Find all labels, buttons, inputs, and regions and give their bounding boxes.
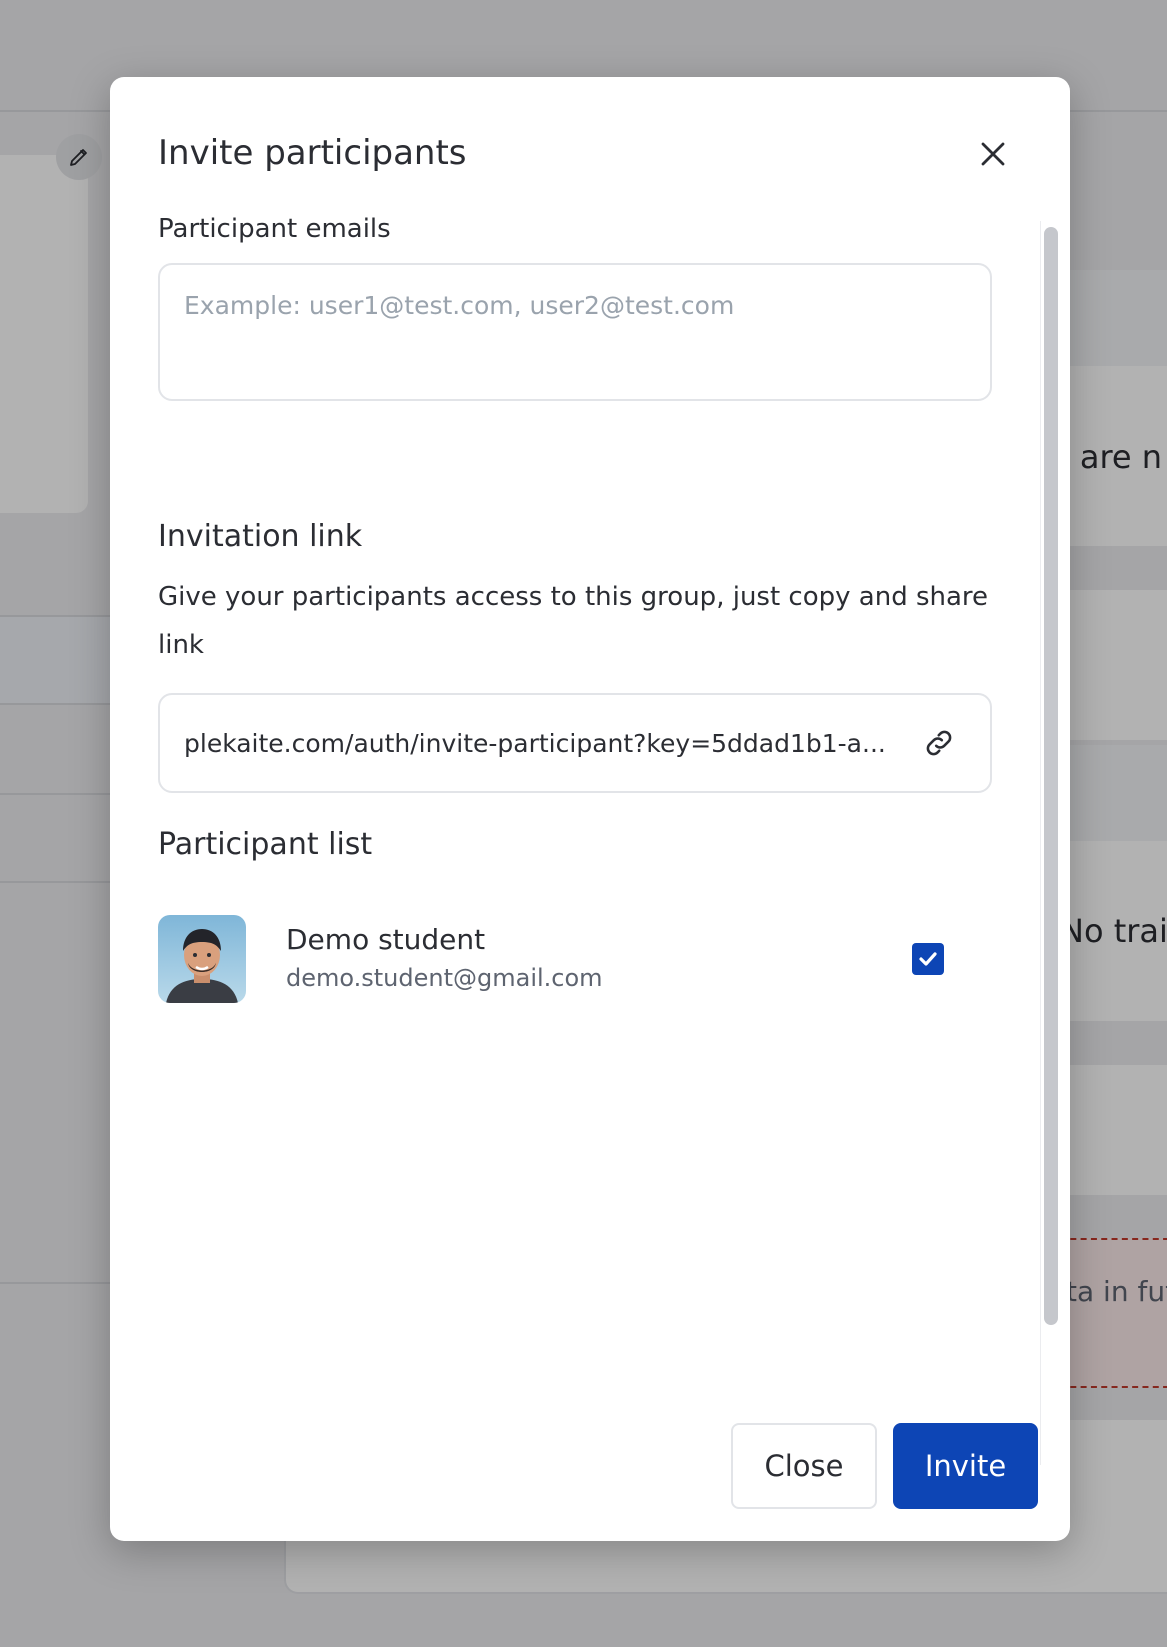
participant-email: demo.student@gmail.com	[286, 964, 603, 992]
scrollbar-thumb[interactable]	[1044, 227, 1058, 1325]
invitation-link-title: Invitation link	[158, 519, 363, 554]
participant-name: Demo student	[286, 923, 486, 956]
participant-checkbox[interactable]	[912, 943, 944, 975]
emails-input[interactable]	[158, 263, 992, 401]
app-background: e are n No train ta in fut Invite partic…	[0, 0, 1167, 1647]
participant-list-title: Participant list	[158, 827, 373, 862]
invite-button[interactable]: Invite	[893, 1423, 1038, 1509]
avatar	[158, 915, 246, 1003]
check-icon	[919, 952, 937, 966]
invitation-link-description: Give your participants access to this gr…	[158, 582, 989, 660]
close-button[interactable]: Close	[731, 1423, 877, 1509]
modal-title: Invite participants	[158, 133, 467, 173]
invite-participants-modal: Invite participants Participant emails I…	[110, 77, 1070, 1541]
scrollbar[interactable]	[1040, 221, 1058, 1465]
link-icon[interactable]	[904, 708, 974, 778]
participant-row: Demo student demo.student@gmail.com	[158, 915, 992, 1003]
close-icon[interactable]	[972, 133, 1014, 175]
invitation-link-url[interactable]: plekaite.com/auth/invite-participant?key…	[160, 729, 904, 758]
emails-label: Participant emails	[158, 214, 391, 244]
invitation-link-box[interactable]: plekaite.com/auth/invite-participant?key…	[158, 693, 992, 793]
